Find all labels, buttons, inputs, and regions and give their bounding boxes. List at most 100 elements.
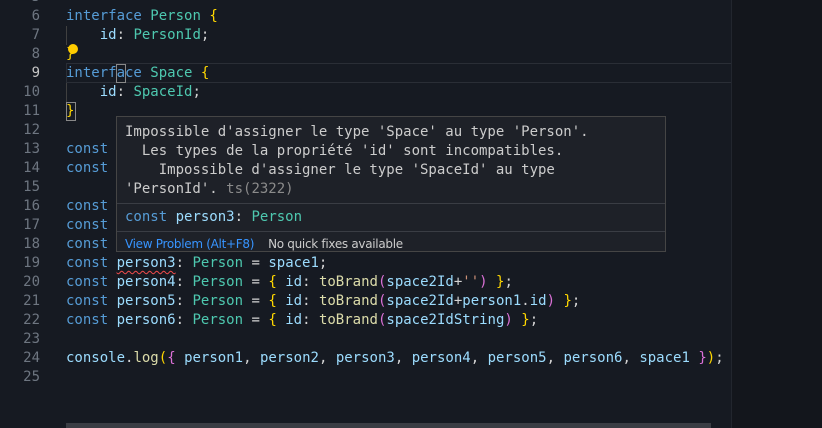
- code-token: id: [285, 312, 303, 328]
- code-token: person3: [335, 350, 395, 366]
- line-number: 25: [23, 369, 40, 385]
- code-token: id: [285, 293, 303, 309]
- code-token: ;: [571, 293, 581, 309]
- code-line[interactable]: const: [66, 197, 108, 216]
- code-token: person6: [116, 312, 176, 328]
- code-token: =: [243, 293, 269, 309]
- code-token: ,: [546, 350, 564, 366]
- code-line[interactable]: const person6: Person = { id: toBrand(sp…: [66, 311, 538, 330]
- code-token: Space: [150, 65, 193, 81]
- code-token: console: [66, 350, 126, 366]
- code-token: +: [453, 274, 463, 290]
- code-line[interactable]: const: [66, 235, 108, 254]
- code-token: id: [99, 27, 117, 43]
- code-token: :: [175, 293, 193, 309]
- code-line[interactable]: console.log({ person1, person2, person3,…: [66, 349, 724, 368]
- code-token: person2: [259, 350, 319, 366]
- code-token: :: [116, 84, 134, 100]
- code-token: space1: [639, 350, 690, 366]
- code-token: person4: [411, 350, 471, 366]
- code-token: ): [504, 312, 513, 328]
- line-number: 7: [31, 27, 40, 43]
- code-token: person1: [462, 293, 522, 309]
- code-token: {: [268, 274, 277, 290]
- code-token: space1: [268, 255, 319, 271]
- code-token: (: [158, 350, 168, 366]
- code-line[interactable]: interface Space {: [66, 64, 209, 83]
- code-token: const: [66, 141, 109, 157]
- line-number: 6: [31, 8, 40, 24]
- code-token: ,: [622, 350, 640, 366]
- code-token: }: [521, 312, 530, 328]
- code-token: SpaceId: [133, 84, 193, 100]
- sig-sep: :: [234, 209, 252, 225]
- code-token: const: [66, 312, 109, 328]
- line-number: 18: [23, 236, 40, 252]
- code-token: Person: [192, 274, 244, 290]
- view-problem-link[interactable]: View Problem (Alt+F8): [125, 237, 254, 251]
- code-token: PersonId: [133, 27, 201, 43]
- code-token: Person: [150, 8, 201, 24]
- error-code: ts(2322): [226, 181, 294, 197]
- code-line[interactable]: const: [66, 159, 108, 178]
- line-number: 8: [31, 46, 40, 62]
- code-token: toBrand: [318, 274, 378, 290]
- line-number: 20: [23, 274, 40, 290]
- type-signature: const person3: Person: [117, 204, 665, 231]
- code-line[interactable]: const person4: Person = { id: toBrand(sp…: [66, 273, 513, 292]
- code-line[interactable]: interface Person {: [66, 7, 218, 26]
- code-line[interactable]: const person5: Person = { id: toBrand(sp…: [66, 292, 580, 311]
- line-number: 23: [23, 331, 40, 347]
- minimap[interactable]: [731, 0, 822, 428]
- code-token: {: [200, 65, 210, 81]
- code-line[interactable]: const: [66, 216, 108, 235]
- code-token: person4: [116, 274, 176, 290]
- code-line[interactable]: }: [66, 102, 74, 121]
- code-token: ;: [529, 312, 539, 328]
- line-number: 9: [31, 65, 40, 81]
- code-token: const: [66, 160, 109, 176]
- code-token: :: [302, 312, 319, 328]
- code-line[interactable]: id: SpaceId;: [66, 83, 201, 102]
- code-token: :: [175, 274, 193, 290]
- code-token: ,: [318, 350, 336, 366]
- horizontal-scrollbar[interactable]: [66, 423, 711, 428]
- line-number: 12: [23, 122, 40, 138]
- code-line[interactable]: const: [66, 140, 108, 159]
- sig-keyword: const: [125, 209, 168, 225]
- code-token: toBrand: [318, 312, 378, 328]
- code-token: ,: [394, 350, 412, 366]
- error-text: Impossible d'assigner le type 'Space' au…: [125, 124, 589, 197]
- line-number: 14: [23, 160, 40, 176]
- no-quick-fixes-text: No quick fixes available: [268, 237, 403, 251]
- code-token: ;: [504, 274, 513, 290]
- code-token: =: [243, 255, 269, 271]
- code-token: ;: [318, 255, 328, 271]
- code-line[interactable]: const person3: Person = space1;: [66, 254, 327, 273]
- lightbulb-icon[interactable]: [68, 44, 78, 54]
- code-token: {: [268, 293, 277, 309]
- code-token: :: [175, 312, 193, 328]
- error-token: person3: [116, 255, 176, 271]
- code-token: {: [209, 8, 218, 24]
- code-token: ;: [715, 350, 724, 366]
- hover-actions: View Problem (Alt+F8) No quick fixes avai…: [117, 232, 665, 256]
- code-token: space2Id: [386, 274, 454, 290]
- code-token: const: [66, 217, 109, 233]
- code-token: const: [66, 236, 109, 252]
- code-token: id: [529, 293, 547, 309]
- line-number: 16: [23, 198, 40, 214]
- code-token: }: [698, 350, 707, 366]
- code-line[interactable]: id: PersonId;: [66, 26, 210, 45]
